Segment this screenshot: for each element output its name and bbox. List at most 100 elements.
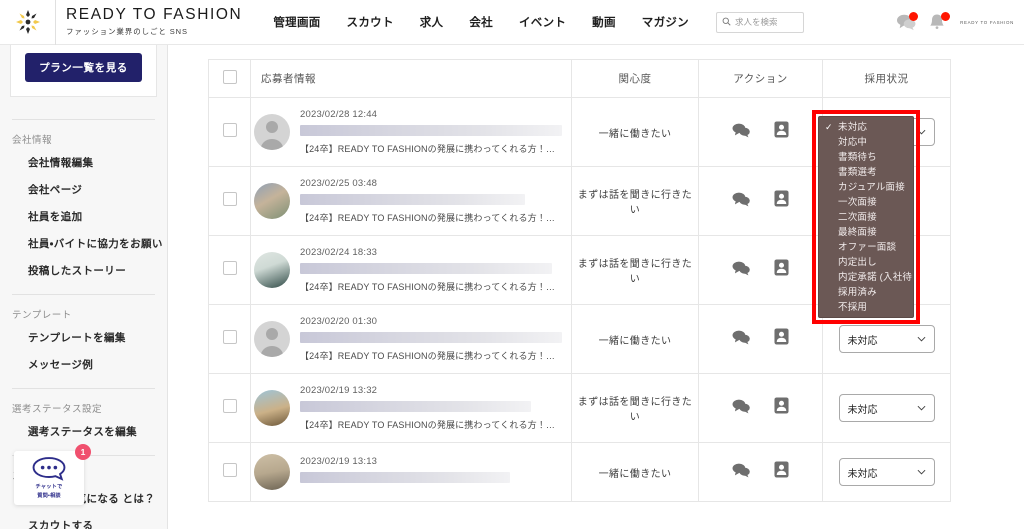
- interest-cell: まずは話を聞きに行きたい: [571, 373, 699, 443]
- header-action: アクション: [698, 59, 823, 98]
- row-checkbox[interactable]: [222, 329, 237, 344]
- dropdown-option-casual-mensetsu[interactable]: カジュアル面接: [819, 180, 913, 195]
- chat-bubbles-icon[interactable]: [732, 329, 751, 350]
- row-checkbox[interactable]: [222, 122, 237, 137]
- action-cell: [698, 442, 823, 502]
- dropdown-option-saiyou-zumi[interactable]: 採用済み: [819, 285, 913, 300]
- chat-bubbles-icon[interactable]: [732, 191, 751, 212]
- chat-bubbles-icon[interactable]: [732, 260, 751, 281]
- messages-icon[interactable]: [896, 11, 919, 33]
- dropdown-option-saishu-mensetsu[interactable]: 最終面接: [819, 225, 913, 240]
- sidebar-item-do-scout[interactable]: スカウトする: [0, 512, 167, 529]
- sidebar-group-status-title: 選考ステータス設定: [12, 404, 103, 415]
- table-row[interactable]: 2023/02/19 13:13 一緒に働きたい 未対応: [208, 442, 951, 502]
- chat-support-widget[interactable]: 1 チャットで 質問・相談: [14, 444, 91, 505]
- nav-item-douga[interactable]: 動画: [579, 14, 629, 30]
- id-card-icon[interactable]: [774, 121, 789, 143]
- dropdown-option-mitaiou[interactable]: ✓ 未対応: [819, 120, 913, 135]
- avatar: [254, 321, 290, 357]
- brand-block[interactable]: READY TO FASHION ファッション業界のしごと SNS: [56, 7, 242, 37]
- select-all-header: [208, 59, 251, 98]
- table-row[interactable]: 2023/02/19 13:32 【24卒】READY TO FASHIONの発…: [208, 373, 951, 443]
- chat-bubbles-icon[interactable]: [732, 462, 751, 483]
- dropdown-option-shorui-machi[interactable]: 書類待ち: [819, 150, 913, 165]
- id-card-icon[interactable]: [774, 328, 789, 350]
- dropdown-option-label: 未対応: [838, 122, 868, 133]
- sidebar-group-template-title: テンプレート: [12, 310, 72, 321]
- avatar: [254, 183, 290, 219]
- chat-bubble-icon: [32, 457, 66, 481]
- sidebar-item-company-page[interactable]: 会社ページ: [0, 176, 167, 203]
- starburst-logo-icon[interactable]: [0, 0, 56, 45]
- sidebar-item-message-examples[interactable]: メッセージ例: [0, 351, 167, 378]
- header-mini-logo: READY TO FASHION: [960, 20, 1014, 25]
- header-interest: 関心度: [571, 59, 699, 98]
- applicant-name-redacted: [300, 401, 531, 412]
- chat-unread-badge: 1: [75, 444, 91, 460]
- search-icon: [722, 13, 731, 31]
- id-card-icon[interactable]: [774, 397, 789, 419]
- status-select[interactable]: 未対応: [838, 394, 935, 422]
- dropdown-option-shorui-senkou[interactable]: 書類選考: [819, 165, 913, 180]
- job-title: 【24卒】READY TO FASHIONの発展に携わってくれる方！募集！: [300, 144, 562, 154]
- row-checkbox[interactable]: [222, 398, 237, 413]
- nav-item-scout[interactable]: スカウト: [334, 14, 407, 30]
- sidebar-item-edit-status[interactable]: 選考ステータスを編集: [0, 418, 167, 445]
- chat-widget-line1: チャットで: [35, 484, 63, 490]
- sidebar-item-company-edit[interactable]: 会社情報編集: [0, 149, 167, 176]
- status-select[interactable]: 未対応: [838, 458, 935, 486]
- select-all-checkbox[interactable]: [222, 70, 237, 84]
- chat-bubbles-icon[interactable]: [732, 122, 751, 143]
- applied-timestamp: 2023/02/24 18:33: [300, 247, 378, 258]
- applicant-name-redacted: [300, 263, 552, 274]
- sidebar-item-posted-stories[interactable]: 投稿したストーリー: [0, 257, 167, 284]
- search-placeholder: 求人を検索: [734, 17, 778, 27]
- messages-badge-dot: [909, 11, 919, 21]
- action-cell: [698, 304, 823, 374]
- chat-bubbles-icon[interactable]: [732, 398, 751, 419]
- job-title: 【24卒】READY TO FASHIONの発展に携わってくれる方！募集！: [300, 213, 562, 223]
- dropdown-option-naitei-dashi[interactable]: 内定出し: [819, 255, 913, 270]
- dropdown-option-ichiji-mensetsu[interactable]: 一次面接: [819, 195, 913, 210]
- sidebar-item-edit-template[interactable]: テンプレートを編集: [0, 324, 167, 351]
- header-right-actions: READY TO FASHION: [896, 0, 1018, 45]
- row-checkbox[interactable]: [222, 191, 237, 206]
- sidebar-item-add-employee[interactable]: 社員を追加: [0, 203, 167, 230]
- dropdown-option-niji-mensetsu[interactable]: 二次面接: [819, 210, 913, 225]
- brand-name: READY TO FASHION: [66, 6, 243, 23]
- chevron-down-icon: [917, 129, 925, 135]
- sidebar-item-ask-cooperation[interactable]: 社員・バイトに協力をお願い: [0, 230, 167, 257]
- dropdown-option-offer-mendan[interactable]: オファー面談: [819, 240, 913, 255]
- id-card-icon[interactable]: [774, 190, 789, 212]
- nav-item-kaisha[interactable]: 会社: [456, 14, 506, 30]
- dropdown-option-fusaiyou[interactable]: 不採用: [819, 300, 913, 315]
- main-nav: 管理画面 スカウト 求人 会社 イベント 動画 マガジン: [260, 14, 702, 30]
- view-plans-button[interactable]: プラン一覧を見る: [25, 53, 142, 82]
- status-select[interactable]: 未対応: [838, 325, 935, 353]
- interest-cell: 一緒に働きたい: [571, 442, 699, 502]
- applicant-info-cell: 2023/02/24 18:33 【24卒】READY TO FASHIONの発…: [250, 235, 572, 305]
- search-input[interactable]: 求人を検索: [715, 11, 804, 33]
- notifications-bell-icon[interactable]: [928, 11, 951, 33]
- id-card-icon[interactable]: [774, 259, 789, 281]
- action-cell: [698, 235, 823, 305]
- nav-item-event[interactable]: イベント: [506, 14, 579, 30]
- avatar: [254, 114, 290, 150]
- nav-item-kyujin[interactable]: 求人: [407, 14, 457, 30]
- dropdown-option-naitei-shoudaku[interactable]: 内定承諾 (入社待ち): [819, 270, 913, 285]
- dropdown-option-taiouchu[interactable]: 対応中: [819, 135, 913, 150]
- row-select-cell: [208, 304, 251, 374]
- applicant-info-cell: 2023/02/20 01:30 【24卒】READY TO FASHIONの発…: [250, 304, 572, 374]
- row-checkbox[interactable]: [222, 260, 237, 275]
- row-checkbox[interactable]: [222, 462, 237, 477]
- applicant-info-cell: 2023/02/25 03:48 【24卒】READY TO FASHIONの発…: [250, 166, 572, 236]
- status-select-value: 未対応: [847, 468, 878, 480]
- row-select-cell: [208, 442, 251, 502]
- id-card-icon[interactable]: [774, 461, 789, 483]
- nav-item-magazine[interactable]: マガジン: [629, 14, 702, 30]
- status-dropdown-menu[interactable]: ✓ 未対応 対応中 書類待ち 書類選考 カジュアル面接 一次面接 二次面接 最終…: [818, 116, 914, 318]
- nav-item-kanri[interactable]: 管理画面: [260, 14, 333, 30]
- applicant-name-redacted: [300, 125, 562, 136]
- interest-cell: 一緒に働きたい: [571, 97, 699, 167]
- applicant-info-cell: 2023/02/28 12:44 【24卒】READY TO FASHIONの発…: [250, 97, 572, 167]
